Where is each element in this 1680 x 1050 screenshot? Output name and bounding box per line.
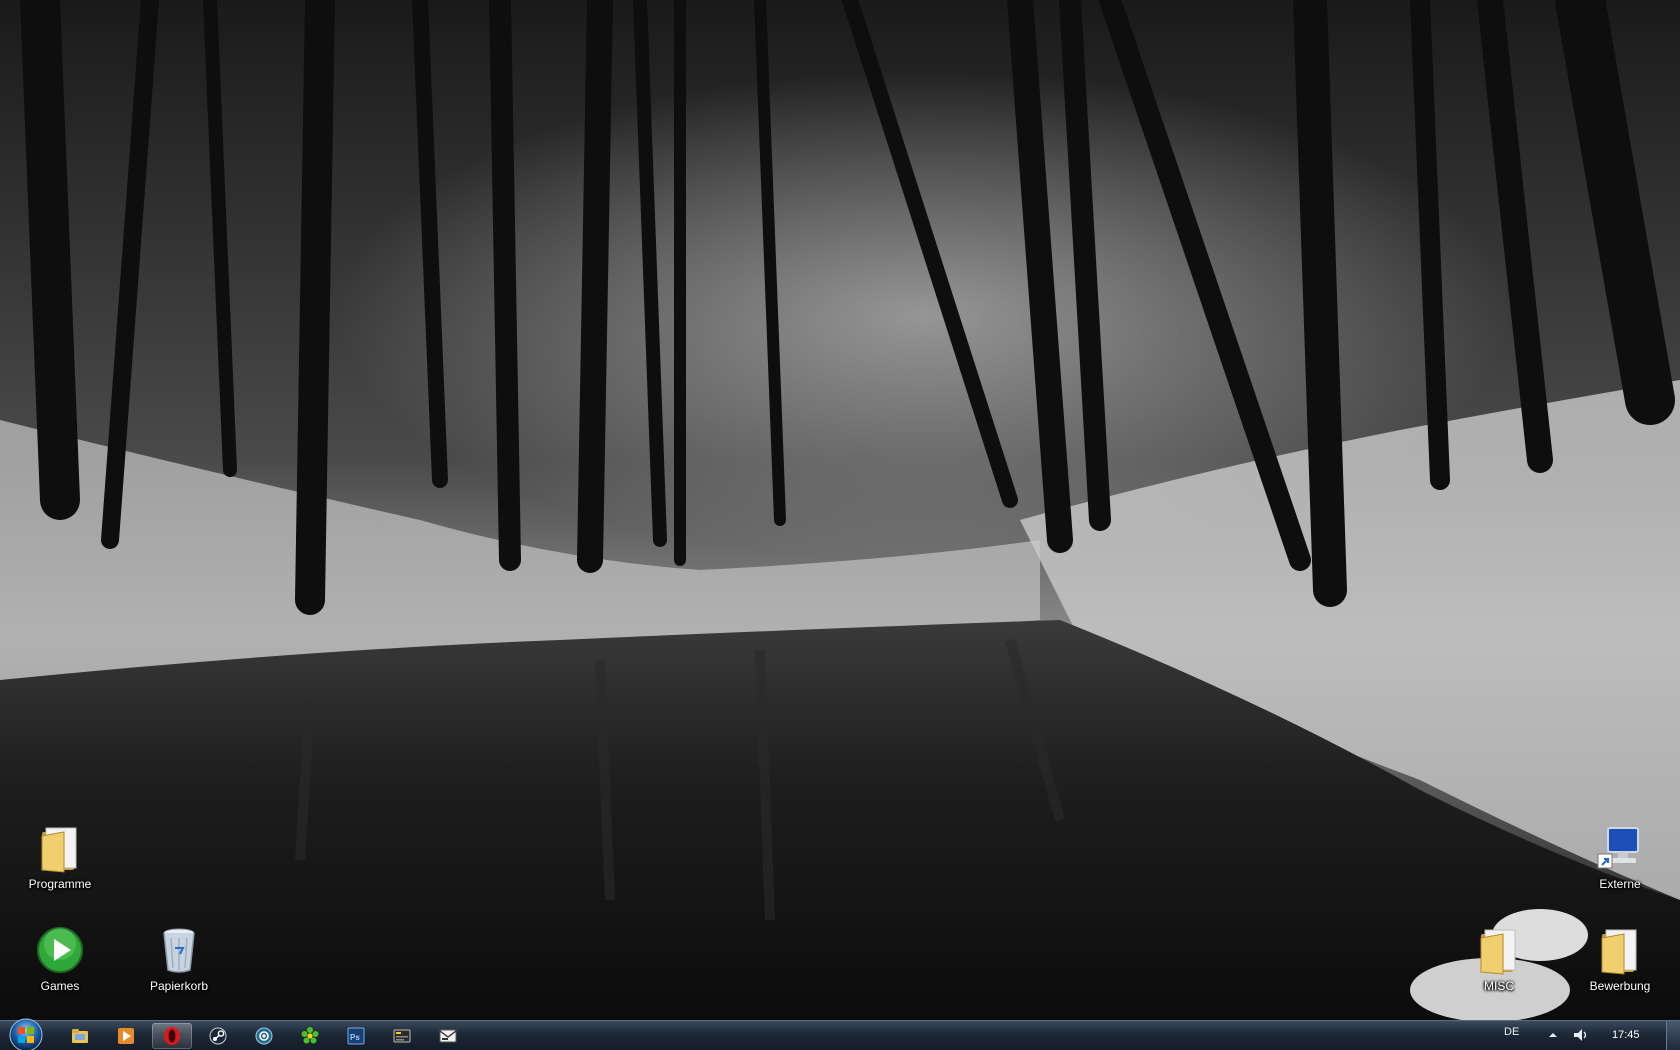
taskbar-messenger-button[interactable] [428, 1023, 468, 1049]
desktop-icon-label: Bewerbung [1589, 979, 1651, 993]
desktop-icon-label: Games [40, 979, 80, 993]
folder-explorer-icon [72, 1029, 88, 1043]
svg-text:Ps: Ps [350, 1033, 360, 1042]
player-window-icon [393, 1029, 411, 1043]
taskbar-teamspeak-button[interactable] [244, 1023, 284, 1049]
taskbar-explorer-button[interactable] [60, 1023, 100, 1049]
folder-icon [41, 827, 77, 873]
clock[interactable]: 17:45 [1612, 1029, 1640, 1041]
system-tray: DE 17:45 [1440, 1021, 1680, 1050]
windows-orb-icon [9, 1018, 43, 1050]
media-player-icon [118, 1028, 134, 1044]
folder-icon [1480, 929, 1516, 975]
taskbar-photoshop-button[interactable]: Ps [336, 1023, 376, 1049]
desktop-icon-papierkorb[interactable]: Papierkorb [137, 924, 221, 1010]
desktop-icon-label: MISC [1484, 979, 1514, 993]
desktop-icon-bewerbung[interactable]: Bewerbung [1578, 924, 1662, 1010]
desktop-icon-label: Externe [1599, 877, 1641, 891]
desktop-icon-programme[interactable]: Programme [18, 822, 102, 908]
computer-shortcut-icon [1597, 827, 1639, 869]
taskbar-steam-button[interactable] [198, 1023, 238, 1049]
show-desktop-button[interactable] [1666, 1021, 1680, 1050]
speaker-icon[interactable] [1572, 1027, 1590, 1043]
desktop[interactable]: Programme Externe Games Papierkorb MISC … [0, 0, 1680, 1050]
icq-flower-icon [301, 1027, 319, 1044]
desktop-icon-label: Programme [28, 877, 92, 891]
desktop-icon-misc[interactable]: MISC [1457, 924, 1541, 1010]
voice-chat-icon [255, 1027, 273, 1045]
wallpaper-forest-stream [0, 0, 1680, 1022]
taskbar-media-player-button[interactable] [106, 1023, 146, 1049]
recycle-bin-icon [163, 928, 195, 973]
taskbar-player-button[interactable] [382, 1023, 422, 1049]
desktop-icon-games[interactable]: Games [18, 924, 102, 1010]
desktop-icon-label: Papierkorb [149, 979, 209, 993]
messenger-icon [439, 1029, 457, 1043]
photoshop-icon: Ps [347, 1027, 365, 1045]
language-indicator[interactable]: DE [1504, 1026, 1519, 1038]
chevron-up-icon[interactable] [1546, 1028, 1560, 1042]
desktop-icon-externe[interactable]: Externe [1578, 822, 1662, 908]
taskbar: Ps DE 17:45 [0, 1017, 1680, 1050]
opera-icon [164, 1027, 180, 1045]
start-button[interactable] [4, 1017, 48, 1050]
folder-icon [1601, 929, 1637, 975]
games-play-icon [37, 927, 83, 973]
steam-icon [209, 1027, 227, 1045]
taskbar-icq-button[interactable] [290, 1023, 330, 1049]
taskbar-opera-button[interactable] [152, 1023, 192, 1049]
